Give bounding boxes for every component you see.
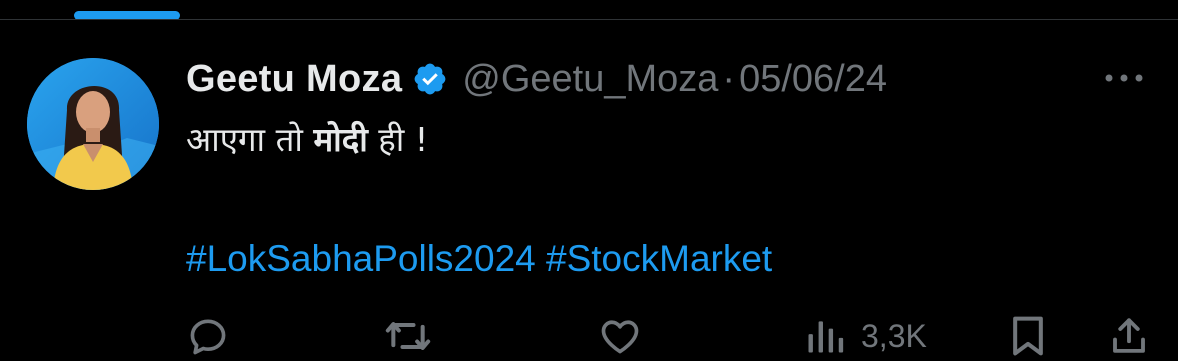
hashtag-link[interactable]: #StockMarket: [546, 238, 772, 279]
like-button[interactable]: [597, 314, 643, 358]
share-icon: [1113, 318, 1145, 353]
divider: [0, 19, 1178, 20]
tweet-text-part1: आएगा तो: [186, 120, 314, 159]
retweet-button[interactable]: [384, 314, 432, 358]
reply-icon: [190, 319, 226, 355]
user-handle[interactable]: @Geetu_Moza: [462, 58, 718, 101]
bookmark-button[interactable]: [1008, 314, 1048, 358]
views-count: 3,3K: [861, 317, 927, 354]
reply-button[interactable]: [186, 314, 230, 358]
retweet-icon: [385, 322, 431, 350]
views-button[interactable]: 3,3K: [803, 314, 927, 358]
more-options-icon[interactable]: [1102, 66, 1146, 90]
verified-badge-icon: [412, 61, 448, 97]
avatar[interactable]: [27, 58, 159, 190]
tweet-text-part2: ही !: [367, 120, 429, 159]
views-icon: [808, 321, 844, 353]
avatar-image: [27, 58, 159, 190]
hashtags: #LokSabhaPolls2024 #StockMarket: [186, 232, 772, 286]
tweet-text: आएगा तो मोदी ही !: [186, 115, 428, 165]
tweet-header: Geetu Moza @Geetu_Moza · 05/06/24: [186, 54, 887, 104]
hashtag-link[interactable]: #LokSabhaPolls2024: [186, 238, 536, 279]
tweet-text-bold: मोदी: [313, 120, 368, 159]
share-button[interactable]: [1108, 314, 1150, 358]
separator-dot: ·: [722, 57, 736, 100]
tweet-date[interactable]: 05/06/24: [739, 58, 887, 101]
tweet-page: Geetu Moza @Geetu_Moza · 05/06/24 आएगा त…: [0, 0, 1178, 361]
display-name[interactable]: Geetu Moza: [186, 58, 402, 101]
action-bar: 3,3K: [0, 308, 1178, 361]
like-icon: [601, 320, 639, 354]
bookmark-icon: [1013, 316, 1043, 356]
